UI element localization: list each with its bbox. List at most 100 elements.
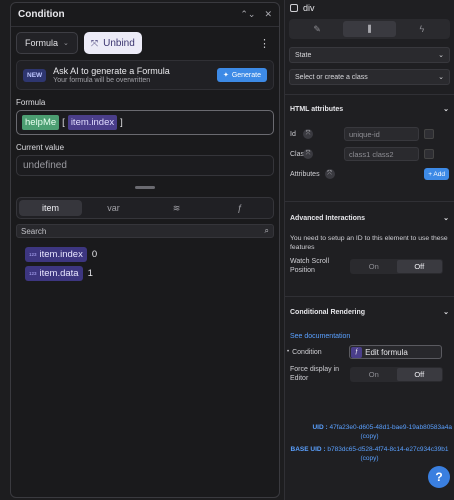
variable-token: item.index xyxy=(67,115,118,130)
edit-formula-button[interactable]: ƒ Edit formula xyxy=(349,345,443,359)
class-label: Class xyxy=(290,150,308,158)
sliders-icon: ⫼ xyxy=(367,23,372,34)
function-icon: ƒ xyxy=(351,346,363,358)
toggle-off[interactable]: Off xyxy=(396,259,442,273)
variable-chip[interactable]: 123 item.index xyxy=(25,247,87,262)
section-title: HTML attributes xyxy=(290,105,344,113)
chevron-down-icon: ⌄ xyxy=(443,215,449,222)
advanced-interactions-header[interactable]: Advanced Interactions ⌄ xyxy=(285,202,454,234)
tab-workflows[interactable]: ϟ xyxy=(396,21,448,37)
options-icon[interactable] xyxy=(424,129,434,139)
class-select-label: Select or create a class xyxy=(295,73,368,81)
condition-label: Condition xyxy=(292,348,322,356)
uid-line: UID : 47fa23e0-d605-48d1-bae9-19ab80583a… xyxy=(285,423,454,432)
unbind-label: Unbind xyxy=(103,37,135,49)
chevron-down-icon: ⌄ xyxy=(63,40,69,47)
list-item[interactable]: 123 item.data 1 xyxy=(25,266,279,281)
base-uid-copy-link[interactable]: (copy) xyxy=(360,455,378,462)
sparkle-icon: ✦ xyxy=(222,72,229,79)
unbind-button[interactable]: ⤧ Unbind xyxy=(83,32,142,54)
resize-handle[interactable] xyxy=(135,186,155,189)
html-attributes-section: HTML attributes ⌄ Id ⤧ unique-id Class ⤧… xyxy=(285,94,454,201)
close-icon[interactable]: ✕ xyxy=(264,9,272,20)
panel-header: Condition ⌃⌄ ✕ xyxy=(11,3,279,27)
bind-icon[interactable]: ⤧ xyxy=(303,129,313,139)
function-token: helpMe xyxy=(22,115,60,130)
list-item[interactable]: 123 item.index 0 xyxy=(25,247,279,262)
lightning-icon: ϟ xyxy=(419,24,425,34)
formula-dropdown[interactable]: Formula ⌄ xyxy=(16,32,78,54)
number-type-icon: 123 xyxy=(29,252,37,257)
section-title: Conditional Rendering xyxy=(290,308,366,316)
tab-collections[interactable]: ≋ xyxy=(145,200,208,216)
conditional-rendering-section: Conditional Rendering ⌄ See documentatio… xyxy=(285,296,454,411)
chevron-down-icon: ⌄ xyxy=(438,52,444,59)
ai-card-title: Ask AI to generate a Formula xyxy=(53,66,170,76)
documentation-link[interactable]: See documentation xyxy=(285,333,454,340)
function-icon: ƒ xyxy=(236,203,242,213)
search-icon: ⌕ xyxy=(264,226,269,235)
uid-block: UID : 47fa23e0-d605-48d1-bae9-19ab80583a… xyxy=(285,423,454,463)
expand-icon[interactable]: ⌃⌄ xyxy=(240,9,255,20)
chevron-down-icon: ⌄ xyxy=(443,309,449,316)
formula-editor[interactable]: helpMe [ item.index ] xyxy=(16,110,274,135)
force-display-label: Force display in Editor xyxy=(290,366,340,382)
watch-scroll-toggle[interactable]: On Off xyxy=(350,258,443,274)
bind-icon[interactable]: ⤧ xyxy=(303,149,313,159)
options-icon[interactable] xyxy=(424,149,434,159)
variable-value: 1 xyxy=(87,268,93,279)
properties-panel: div ✎ ⫼ ϟ State ⌄ Select or create a cla… xyxy=(284,0,454,500)
brush-icon: ✎ xyxy=(313,23,321,34)
generate-label: Generate xyxy=(231,71,261,79)
add-attribute-button[interactable]: + Add xyxy=(424,168,449,180)
class-input[interactable]: class1 class2 xyxy=(344,147,419,161)
advanced-description: You need to setup an ID to this element … xyxy=(290,235,448,251)
id-label: Id xyxy=(290,130,296,138)
unlink-icon: ⤧ xyxy=(90,37,99,48)
uid-copy-link[interactable]: (copy) xyxy=(285,432,454,441)
state-select[interactable]: State ⌄ xyxy=(289,47,450,63)
tab-item[interactable]: item xyxy=(19,200,82,216)
advanced-interactions-section: Advanced Interactions ⌄ You need to setu… xyxy=(285,201,454,296)
variable-name: item.index xyxy=(39,249,83,260)
chevron-down-icon: ⌄ xyxy=(443,106,449,113)
variable-list: 123 item.index 0 123 item.data 1 xyxy=(11,238,279,281)
database-icon: ≋ xyxy=(172,202,181,213)
tab-style[interactable]: ✎ xyxy=(291,21,343,37)
number-type-icon: 123 xyxy=(29,271,37,276)
attributes-label: Attributes xyxy=(290,170,320,178)
tab-var[interactable]: var xyxy=(82,200,145,216)
edit-formula-label: Edit formula xyxy=(365,347,408,357)
state-label: State xyxy=(295,51,312,59)
formula-panel: Condition ⌃⌄ ✕ Formula ⌄ ⤧ Unbind ⋮ NEW … xyxy=(10,2,280,498)
watch-scroll-label: Watch Scroll Position xyxy=(290,258,330,274)
bind-icon[interactable]: ⤧ xyxy=(324,169,335,179)
tab-settings[interactable]: ⫼ xyxy=(343,21,396,37)
current-value-label: Current value xyxy=(16,143,65,152)
uid-label: UID : xyxy=(312,424,328,431)
class-select[interactable]: Select or create a class ⌄ xyxy=(289,69,450,85)
new-badge: NEW xyxy=(23,68,47,82)
toggle-on[interactable]: On xyxy=(351,368,397,381)
base-uid-value: b783dc65-d528-4f74-8c14-e27c934c39b1 xyxy=(327,446,449,453)
uid-value: 47fa23e0-d605-48d1-bae9-19ab80583a4a xyxy=(329,424,452,431)
variable-tabs: item var ≋ ƒ xyxy=(16,197,274,219)
chevron-down-icon: ⌄ xyxy=(438,74,444,81)
force-display-toggle[interactable]: On Off xyxy=(350,366,443,382)
toggle-on[interactable]: On xyxy=(351,260,397,273)
variable-chip[interactable]: 123 item.data xyxy=(25,266,83,281)
help-button[interactable]: ? xyxy=(428,466,450,488)
toggle-off[interactable]: Off xyxy=(396,367,442,381)
html-attributes-header[interactable]: HTML attributes ⌄ xyxy=(285,95,454,123)
section-title: Advanced Interactions xyxy=(290,214,366,222)
search-input[interactable]: Search ⌕ xyxy=(16,224,274,238)
id-input[interactable]: unique-id xyxy=(344,127,419,141)
variable-value: 0 xyxy=(91,249,98,260)
tab-functions[interactable]: ƒ xyxy=(208,200,271,216)
formula-dropdown-label: Formula xyxy=(25,38,59,48)
generate-button[interactable]: ✦ Generate xyxy=(216,68,267,82)
current-value-field: undefined xyxy=(16,155,274,176)
properties-tabs: ✎ ⫼ ϟ xyxy=(289,19,450,39)
more-options-icon[interactable]: ⋮ xyxy=(259,37,274,50)
conditional-rendering-header[interactable]: Conditional Rendering ⌄ xyxy=(285,297,454,327)
